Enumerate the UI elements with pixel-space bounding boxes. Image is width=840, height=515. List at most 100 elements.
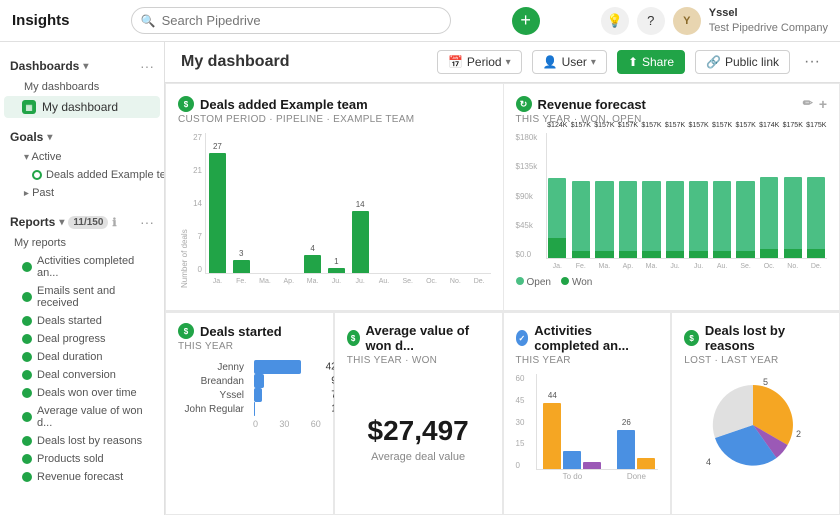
sidebar-item-emails[interactable]: Emails sent and received <box>0 282 164 312</box>
x-label: Ma. <box>259 278 271 285</box>
my-reports-label[interactable]: My reports <box>0 234 164 252</box>
past-goals-label[interactable]: ▾ Past <box>0 184 164 202</box>
share-icon: ⬆ <box>628 55 638 69</box>
sidebar-item-activities[interactable]: Activities completed an... <box>0 252 164 282</box>
reports-chevron: ▾ <box>59 217 64 228</box>
share-button[interactable]: ⬆ Share <box>617 50 685 74</box>
goal-dot <box>32 170 42 180</box>
bar-group: Ap. <box>277 133 300 273</box>
chart-inner: 27211470 27Ja.3Fe.Ma.Ap.4Ma.1Ju.14Ju.Au.… <box>189 133 491 288</box>
help-icon[interactable]: ? <box>637 7 665 35</box>
revenue-toolbar: ✏ + <box>803 96 827 112</box>
user-name: Yssel <box>709 6 828 20</box>
won-bar <box>760 249 778 258</box>
active-goals-label[interactable]: ▾ Active <box>0 148 164 166</box>
bar-group: Se. <box>396 133 419 273</box>
bar-label: 4 <box>304 244 321 253</box>
deals-added-goal[interactable]: Deals added Example te... <box>0 166 164 184</box>
sidebar-item-deals-lost[interactable]: Deals lost by reasons <box>0 432 164 450</box>
avatar[interactable]: Y <box>673 7 701 35</box>
sidebar-item-deals-started[interactable]: Deals started <box>0 312 164 330</box>
user-info: Yssel Test Pipedrive Company <box>709 6 828 35</box>
rev-group: $157KJu. <box>664 133 686 258</box>
fill <box>254 374 264 388</box>
dashboard-more-icon[interactable]: ··· <box>800 53 824 71</box>
fill <box>254 402 255 416</box>
x-label: Ma. <box>307 278 319 285</box>
user-button[interactable]: 👤 User ▾ <box>532 50 607 74</box>
report-dot-products <box>22 454 32 464</box>
report-dot-avg <box>22 412 32 422</box>
open-bar <box>595 181 613 251</box>
bar: 27 <box>209 153 226 273</box>
rev-chart-area: $180k$135k$90k$45k$0.0 $124KJa.$157KFe.$… <box>516 133 828 273</box>
report-dot-progress <box>22 334 32 344</box>
plus-icon[interactable]: + <box>819 96 827 112</box>
open-bar <box>619 181 637 251</box>
rev-group: $175KDe. <box>806 133 828 258</box>
av-title: $ Average value of won d... <box>347 323 490 353</box>
sidebar-item-avg-value[interactable]: Average value of won d... <box>0 402 164 432</box>
open-bar <box>736 181 754 251</box>
dashboards-label: Dashboards ▾ <box>10 59 88 73</box>
rev-x: No. <box>787 263 798 270</box>
search-bar[interactable]: 🔍 <box>131 7 451 34</box>
won-bar <box>689 251 707 258</box>
rev-x: Fe. <box>576 263 586 270</box>
sidebar: Dashboards ▾ ··· My dashboards ▦ My dash… <box>0 42 165 515</box>
my-dashboards-item[interactable]: My dashboards <box>0 78 164 96</box>
x-label: Oc. <box>426 278 437 285</box>
dashboards-header[interactable]: Dashboards ▾ ··· <box>0 54 164 78</box>
goals-section: Goals ▾ ▾ Active Deals added Example te.… <box>0 122 164 206</box>
x-label: Au. <box>379 278 390 285</box>
dl-icon: $ <box>684 330 699 346</box>
x-label: Fe. <box>236 278 246 285</box>
av-icon: $ <box>347 330 360 346</box>
dashboard-icon: ▦ <box>22 100 36 114</box>
top-nav: Insights 🔍 + 💡 ? Y Yssel Test Pipedrive … <box>0 0 840 42</box>
search-input[interactable] <box>131 7 451 34</box>
name: John Regular <box>178 404 248 415</box>
reports-menu-icon[interactable]: ··· <box>140 214 154 230</box>
rev-group: $175KNo. <box>782 133 804 258</box>
act-group: 26Done <box>617 374 655 469</box>
bar: 14 <box>352 211 369 273</box>
dashboards-section: Dashboards ▾ ··· My dashboards ▦ My dash… <box>0 50 164 122</box>
pencil-icon[interactable]: ✏ <box>803 96 813 112</box>
report-dot-emails <box>22 292 32 302</box>
rev-x: Ap. <box>623 263 634 270</box>
rev-y-labels: $180k$135k$90k$45k$0.0 <box>516 133 538 259</box>
top-grid: $ Deals added Example team CUSTOM PERIOD… <box>165 83 840 311</box>
sidebar-item-products[interactable]: Products sold <box>0 450 164 468</box>
report-dot-lost <box>22 436 32 446</box>
goals-header[interactable]: Goals ▾ <box>0 126 164 148</box>
fill <box>254 360 301 374</box>
public-link-button[interactable]: 🔗 Public link <box>695 50 790 74</box>
deals-bars2: 27Ja.3Fe.Ma.Ap.4Ma.1Ju.14Ju.Au.Se.Oc.No.… <box>205 133 491 274</box>
reports-header[interactable]: Reports ▾ 11/150 ℹ ··· <box>0 210 164 234</box>
act-chart2: 44To do26Done <box>536 374 659 470</box>
open-bar <box>642 181 660 251</box>
sidebar-item-deal-duration[interactable]: Deal duration <box>0 348 164 366</box>
pie-group <box>712 384 792 465</box>
dashboards-menu-icon[interactable]: ··· <box>140 58 154 74</box>
name: Breandan <box>178 376 248 387</box>
sidebar-item-deal-conversion[interactable]: Deal conversion <box>0 366 164 384</box>
sidebar-item-revenue[interactable]: Revenue forecast <box>0 468 164 486</box>
add-button[interactable]: + <box>512 7 540 35</box>
reports-count-badge: 11/150 <box>68 216 108 229</box>
lightbulb-icon[interactable]: 💡 <box>601 7 629 35</box>
revenue-title: ↻ Revenue forecast ✏ + <box>516 96 828 112</box>
track: 1 <box>254 402 321 416</box>
dl-subtitle: LOST · LAST YEAR <box>684 355 827 366</box>
rev-group: $157KMa. <box>641 133 663 258</box>
rev-group: $157KAp. <box>617 133 639 258</box>
sidebar-item-deal-progress[interactable]: Deal progress <box>0 330 164 348</box>
sidebar-item-deals-won[interactable]: Deals won over time <box>0 384 164 402</box>
period-button[interactable]: 📅 Period ▾ <box>437 50 522 74</box>
avg-display: $27,497 Average deal value <box>347 374 490 504</box>
x-label: Ap. <box>284 278 295 285</box>
deals-started-widget-bottom: $ Deals started THIS YEAR Jenny42Breanda… <box>165 312 334 515</box>
open-bar <box>784 177 802 250</box>
my-dashboard-item[interactable]: ▦ My dashboard <box>4 96 160 118</box>
